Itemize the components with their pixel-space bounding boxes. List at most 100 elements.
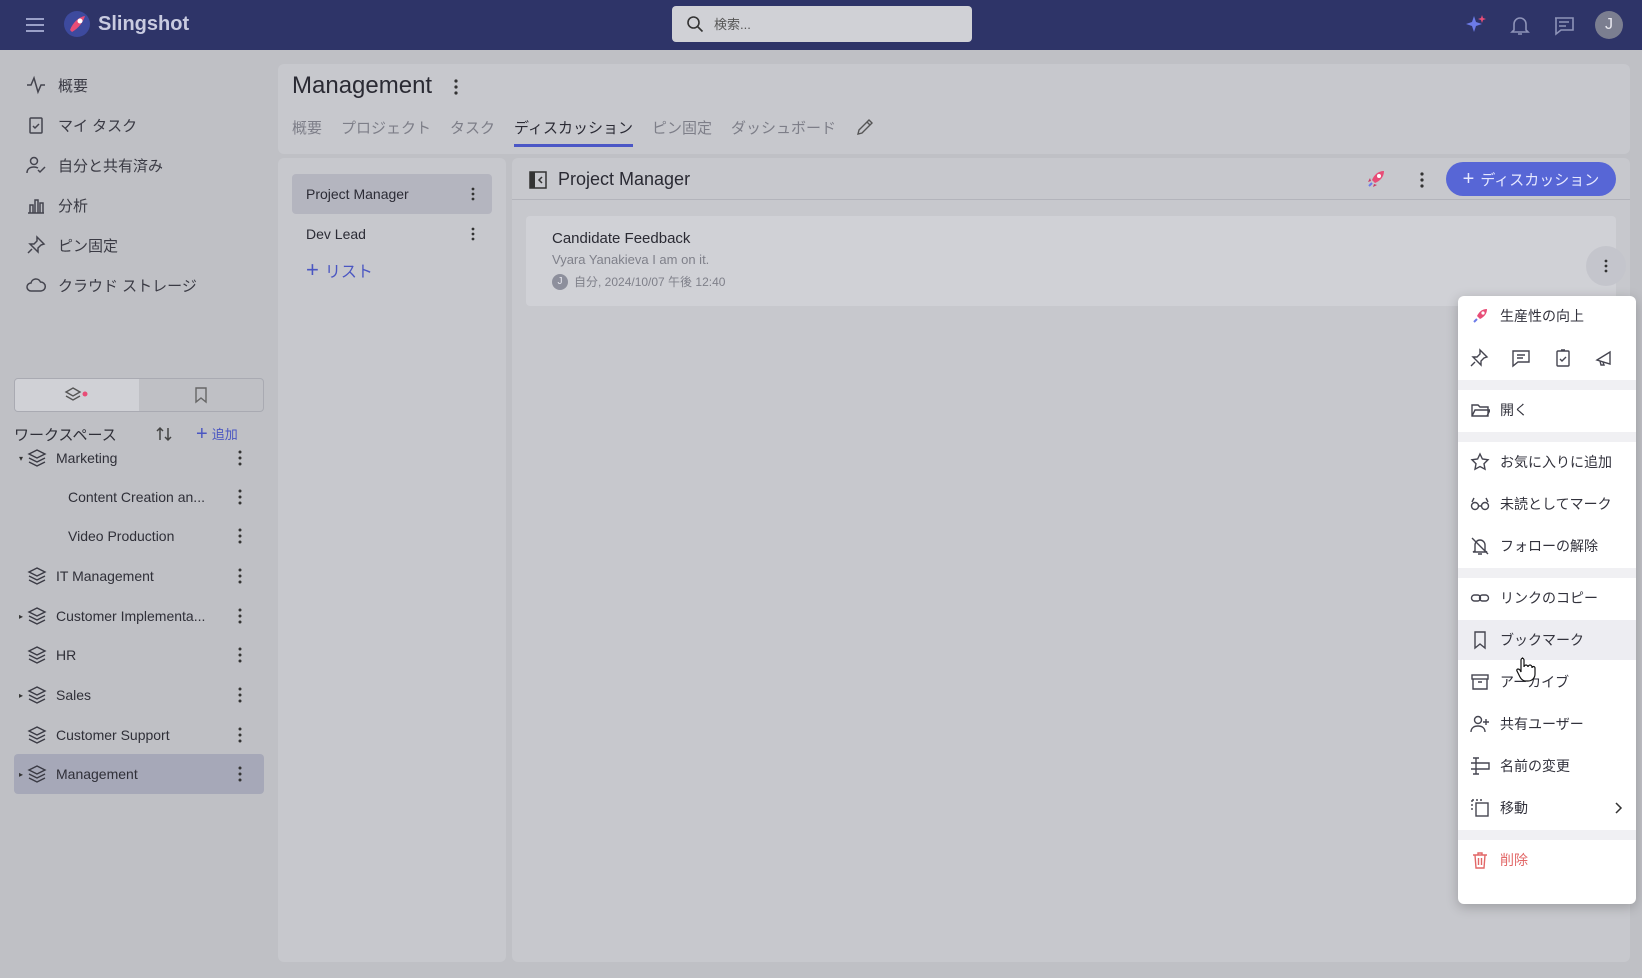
- search-box[interactable]: [672, 6, 972, 42]
- menu-item-label: 共有ユーザー: [1500, 716, 1584, 732]
- more-vertical-icon[interactable]: [446, 76, 466, 98]
- new-discussion-button[interactable]: + ディスカッション: [1446, 162, 1616, 196]
- tab-projects[interactable]: プロジェクト: [341, 114, 431, 146]
- workspace-item-label: Video Production: [68, 528, 175, 544]
- menu-item-share[interactable]: 共有ユーザー: [1458, 704, 1636, 744]
- collapse-panel-icon[interactable]: [528, 170, 548, 190]
- tab-overview[interactable]: 概要: [292, 114, 322, 146]
- new-discussion-label: ディスカッション: [1480, 171, 1600, 189]
- layers-icon: [27, 646, 47, 664]
- nav-item-overview[interactable]: 概要: [26, 70, 88, 100]
- glasses-icon: [1470, 497, 1490, 511]
- workspace-item[interactable]: Video Production: [14, 516, 264, 556]
- menu-item-favorite[interactable]: お気に入りに追加: [1458, 442, 1636, 482]
- nav-item-pinned[interactable]: ピン固定: [26, 230, 118, 260]
- expand-caret-icon[interactable]: ▸: [19, 691, 23, 700]
- rocket-icon[interactable]: [1364, 167, 1388, 191]
- hand-cursor-icon: [1516, 657, 1536, 682]
- add-list-label: リスト: [324, 264, 373, 281]
- menu-item-label: 生産性の向上: [1500, 308, 1584, 324]
- menu-icon[interactable]: [24, 14, 46, 36]
- menu-item-label: お気に入りに追加: [1500, 454, 1612, 470]
- workspace-item[interactable]: ▸ Management: [14, 754, 264, 794]
- menu-item-label: ブックマーク: [1500, 632, 1584, 648]
- nav-item-shared-with-me[interactable]: 自分と共有済み: [26, 150, 163, 180]
- comment-icon[interactable]: [1510, 347, 1532, 369]
- more-vertical-icon[interactable]: [230, 685, 250, 705]
- workspace-item[interactable]: ▸ Sales: [14, 675, 264, 715]
- layers-icon: [27, 765, 47, 783]
- chat-icon[interactable]: [1552, 13, 1576, 37]
- menu-item-label: 開く: [1500, 402, 1528, 418]
- list-item[interactable]: Dev Lead: [292, 214, 492, 254]
- expand-caret-icon[interactable]: ▸: [19, 612, 23, 621]
- more-vertical-icon[interactable]: [230, 645, 250, 665]
- more-vertical-icon[interactable]: [230, 448, 250, 468]
- megaphone-icon[interactable]: [1594, 347, 1616, 369]
- layers-icon: [27, 726, 47, 744]
- more-vertical-icon: [1604, 259, 1608, 273]
- search-input[interactable]: [714, 16, 954, 32]
- more-vertical-icon[interactable]: [230, 606, 250, 626]
- more-vertical-icon[interactable]: [464, 185, 482, 203]
- menu-item-unfollow[interactable]: フォローの解除: [1458, 526, 1636, 566]
- card-more-button[interactable]: [1586, 246, 1626, 286]
- list-item[interactable]: Project Manager: [292, 174, 492, 214]
- nav-item-label: クラウド ストレージ: [58, 277, 197, 295]
- tab-pinned[interactable]: ピン固定: [652, 114, 712, 146]
- more-vertical-icon[interactable]: [464, 225, 482, 243]
- menu-item-open[interactable]: 開く: [1458, 390, 1636, 430]
- more-vertical-icon[interactable]: [230, 487, 250, 507]
- edit-pencil-icon[interactable]: [855, 117, 875, 137]
- nav-item-label: 分析: [58, 197, 89, 215]
- workspaces-tab[interactable]: [15, 379, 139, 411]
- discussion-meta: J 自分, 2024/10/07 午後 12:40: [552, 273, 725, 290]
- workspace-item[interactable]: HR: [14, 635, 264, 675]
- menu-item-mark-unread[interactable]: 未読としてマーク: [1458, 484, 1636, 524]
- workspace-item[interactable]: ▾ Marketing: [14, 438, 264, 478]
- more-vertical-icon[interactable]: [230, 526, 250, 546]
- more-vertical-icon[interactable]: [1412, 170, 1432, 190]
- menu-item-bookmark[interactable]: ブックマーク: [1458, 620, 1636, 660]
- tab-tasks[interactable]: タスク: [450, 114, 495, 146]
- more-vertical-icon[interactable]: [230, 725, 250, 745]
- context-menu: 生産性の向上 開く お気に入りに追加 未読としてマーク フォローの解除 リンクの…: [1458, 296, 1636, 904]
- nav-item-my-tasks[interactable]: マイ タスク: [26, 110, 137, 140]
- menu-item-productivity[interactable]: 生産性の向上: [1458, 296, 1636, 336]
- workspace-item[interactable]: ▸ Customer Implementa...: [14, 596, 264, 636]
- nav-item-analytics[interactable]: 分析: [26, 190, 88, 220]
- nav-item-cloud-storage[interactable]: クラウド ストレージ: [26, 270, 197, 300]
- app-logo[interactable]: Slingshot: [62, 9, 189, 39]
- menu-item-rename[interactable]: 名前の変更: [1458, 746, 1636, 786]
- tab-discussions[interactable]: ディスカッション: [514, 114, 633, 147]
- bookmarks-tab[interactable]: [139, 379, 263, 411]
- discussion-card[interactable]: Candidate Feedback Vyara Yanakieva I am …: [526, 216, 1626, 306]
- more-vertical-icon[interactable]: [230, 566, 250, 586]
- menu-item-move[interactable]: 移動: [1458, 788, 1636, 828]
- discussion-meta-text: 自分, 2024/10/07 午後 12:40: [574, 275, 726, 289]
- plus-icon: +: [306, 257, 319, 282]
- bell-icon[interactable]: [1508, 13, 1532, 37]
- menu-item-label: フォローの解除: [1500, 538, 1598, 554]
- left-sidebar: 概要 マイ タスク 自分と共有済み 分析 ピン固定 クラウド ストレージ ワーク…: [0, 50, 272, 978]
- menu-item-copy-link[interactable]: リンクのコピー: [1458, 578, 1636, 618]
- tab-dashboards[interactable]: ダッシュボード: [731, 114, 836, 146]
- workspace-item[interactable]: Customer Support: [14, 715, 264, 755]
- task-icon[interactable]: [1552, 347, 1574, 369]
- workspace-item[interactable]: IT Management: [14, 556, 264, 596]
- menu-item-archive[interactable]: アーカイブ: [1458, 662, 1636, 702]
- menu-divider: [1458, 568, 1636, 578]
- list-item-label: Dev Lead: [306, 226, 366, 242]
- menu-item-delete[interactable]: 削除: [1458, 840, 1636, 880]
- expand-caret-icon[interactable]: ▾: [19, 454, 23, 463]
- expand-caret-icon[interactable]: ▸: [19, 770, 23, 779]
- user-avatar[interactable]: J: [1595, 11, 1623, 39]
- workspace-item[interactable]: Content Creation an...: [14, 477, 264, 517]
- more-vertical-icon[interactable]: [230, 764, 250, 784]
- pin-icon[interactable]: [1468, 347, 1490, 369]
- tab-bar: 概要 プロジェクト タスク ディスカッション ピン固定 ダッシュボード: [292, 114, 875, 147]
- sparkle-icon[interactable]: [1464, 13, 1488, 37]
- layers-icon: [27, 686, 47, 704]
- archive-icon: [1471, 674, 1489, 690]
- add-list-button[interactable]: + リスト: [306, 258, 373, 282]
